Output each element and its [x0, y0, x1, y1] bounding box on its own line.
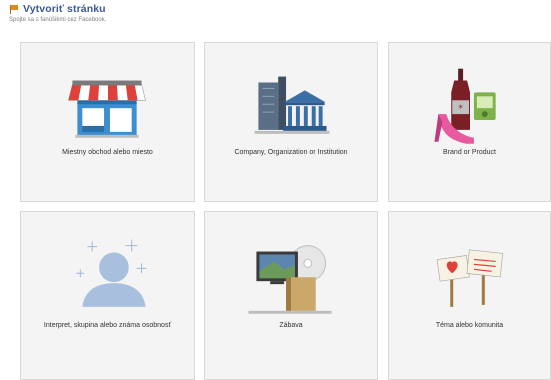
storefront-icon [68, 80, 146, 138]
category-label: Téma alebo komunita [435, 322, 504, 329]
header: Vytvoriť stránku Spojte sa s fanúšikmi c… [9, 2, 529, 23]
category-label: Interpret, skupina alebo známa osobnosť [43, 322, 172, 329]
buildings-icon [254, 76, 330, 134]
category-label: Company, Organization or Institution [234, 149, 348, 156]
category-local-business[interactable]: Miestny obchod alebo miesto [20, 42, 195, 202]
category-label: Miestny obchod alebo miesto [62, 149, 153, 156]
products-icon: * [434, 68, 496, 144]
signs-icon [436, 249, 504, 307]
svg-text:*: * [458, 104, 463, 114]
page-title: Vytvoriť stránku [23, 3, 106, 15]
flag-icon [9, 4, 19, 14]
page-subtitle: Spojte sa s fanúšikmi cez Facebook. [9, 17, 107, 23]
category-label: Zábava [279, 322, 303, 329]
category-label: Brand or Product [443, 149, 496, 156]
category-artist[interactable]: Interpret, skupina alebo známa osobnosť [20, 211, 195, 380]
category-company[interactable]: Company, Organization or Institution [204, 42, 378, 202]
category-entertainment[interactable]: Zábava [204, 211, 378, 380]
entertainment-icon [248, 245, 332, 314]
create-page-screen: Vytvoriť stránku Spojte sa s fanúšikmi c… [0, 0, 551, 380]
person-star-icon [76, 239, 147, 307]
category-community[interactable]: Téma alebo komunita [388, 211, 551, 380]
category-brand[interactable]: * Brand or Product [388, 42, 551, 202]
